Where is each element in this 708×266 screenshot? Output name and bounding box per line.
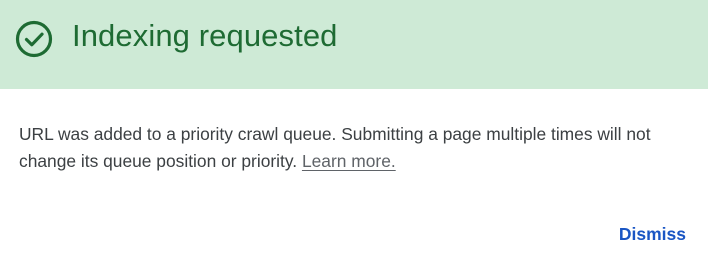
- indexing-requested-dialog: Indexing requested URL was added to a pr…: [0, 0, 708, 266]
- dialog-header: Indexing requested: [0, 0, 708, 89]
- check-circle-icon: [15, 20, 53, 58]
- dismiss-button[interactable]: Dismiss: [619, 220, 686, 248]
- learn-more-link[interactable]: Learn more.: [302, 151, 396, 171]
- dialog-title: Indexing requested: [72, 18, 338, 53]
- dialog-message: URL was added to a priority crawl queue.…: [19, 121, 689, 175]
